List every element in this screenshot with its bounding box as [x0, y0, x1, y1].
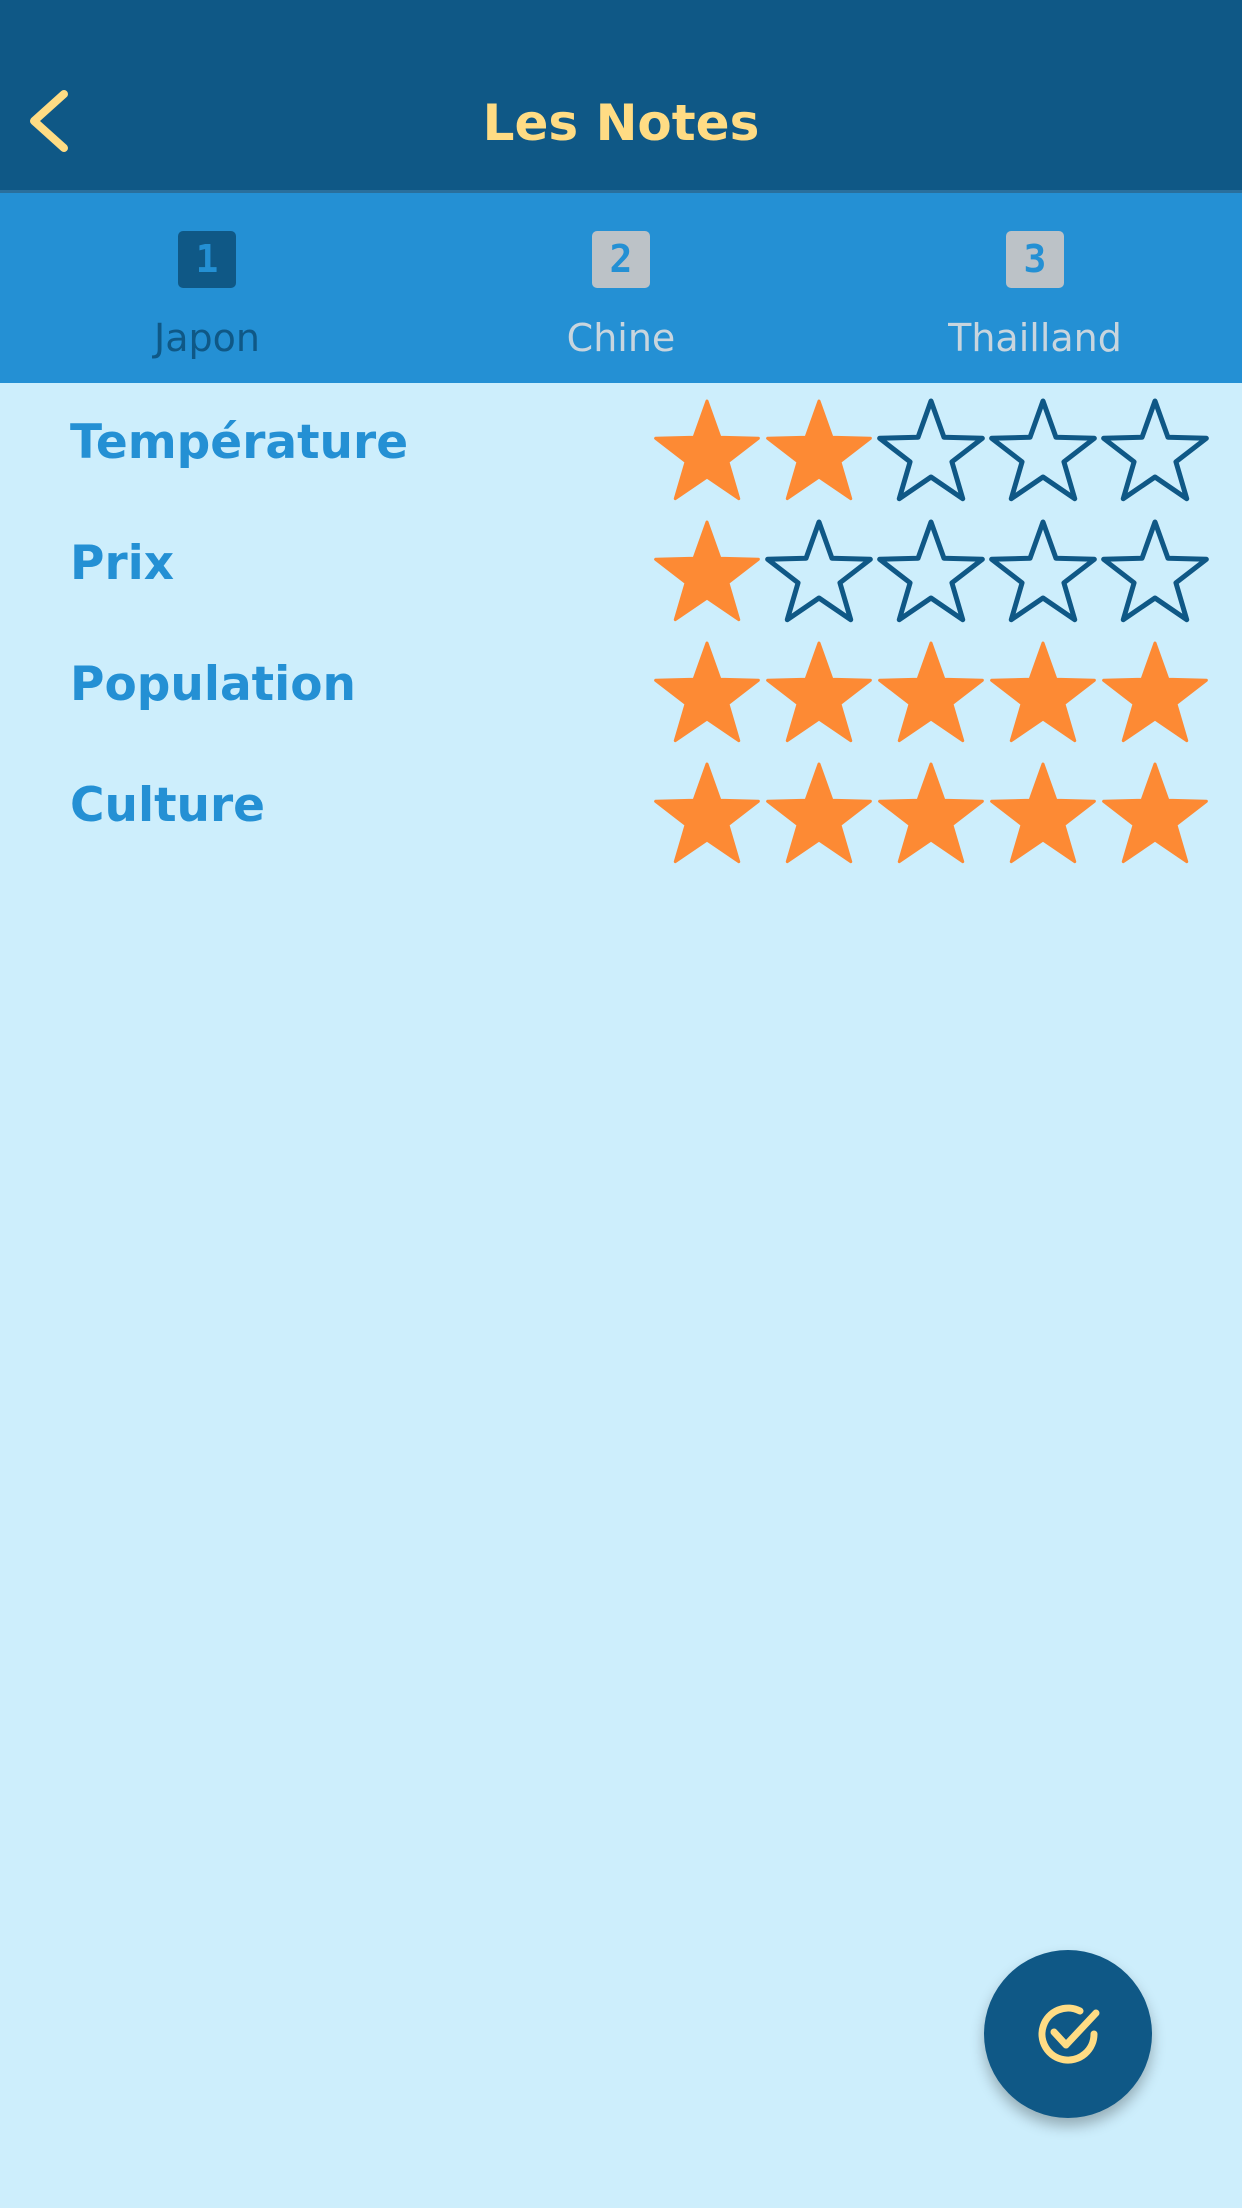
star-filled-icon[interactable] — [874, 758, 988, 872]
star-filled-icon[interactable] — [762, 758, 876, 872]
star-outline-icon[interactable] — [874, 516, 988, 630]
star-outline-icon[interactable] — [986, 395, 1100, 509]
tab-number-badge: 3 — [1006, 231, 1064, 288]
star-filled-icon[interactable] — [1098, 637, 1212, 751]
confirm-button[interactable] — [984, 1950, 1152, 2118]
star-filled-icon[interactable] — [650, 395, 764, 509]
star-filled-icon[interactable] — [986, 637, 1100, 751]
star-outline-icon[interactable] — [986, 516, 1100, 630]
star-rating — [650, 637, 1212, 751]
star-filled-icon[interactable] — [650, 758, 764, 872]
star-filled-icon[interactable] — [762, 637, 876, 751]
star-outline-icon[interactable] — [874, 395, 988, 509]
rating-label: Prix — [70, 536, 175, 591]
rating-label: Température — [70, 415, 409, 470]
rating-row-prix: Prix — [0, 504, 1242, 625]
page-title: Les Notes — [482, 94, 760, 152]
star-filled-icon[interactable] — [762, 395, 876, 509]
star-rating — [650, 395, 1212, 509]
tab-japon[interactable]: 1 Japon — [0, 193, 414, 383]
rating-row-population: Population — [0, 625, 1242, 746]
star-filled-icon[interactable] — [986, 758, 1100, 872]
app-bar: Les Notes — [0, 0, 1242, 191]
tab-label: Japon — [154, 316, 260, 360]
star-filled-icon[interactable] — [1098, 758, 1212, 872]
tab-chine[interactable]: 2 Chine — [414, 193, 828, 383]
rating-row-temperature: Température — [0, 383, 1242, 504]
tab-label: Chine — [566, 316, 676, 360]
check-circle-icon — [1038, 2004, 1100, 2064]
rating-row-culture: Culture — [0, 746, 1242, 867]
star-rating — [650, 516, 1212, 630]
star-rating — [650, 758, 1212, 872]
tab-number-badge: 2 — [592, 231, 650, 288]
tab-label: Thailland — [948, 316, 1122, 360]
star-outline-icon[interactable] — [1098, 516, 1212, 630]
star-filled-icon[interactable] — [650, 516, 764, 630]
star-filled-icon[interactable] — [650, 637, 764, 751]
tab-bar: 1 Japon 2 Chine 3 Thailland — [0, 193, 1242, 383]
rating-label: Culture — [70, 778, 266, 833]
star-outline-icon[interactable] — [762, 516, 876, 630]
star-outline-icon[interactable] — [1098, 395, 1212, 509]
tab-number-badge: 1 — [178, 231, 236, 288]
rating-label: Population — [70, 657, 356, 712]
tab-thailland[interactable]: 3 Thailland — [828, 193, 1242, 383]
star-filled-icon[interactable] — [874, 637, 988, 751]
